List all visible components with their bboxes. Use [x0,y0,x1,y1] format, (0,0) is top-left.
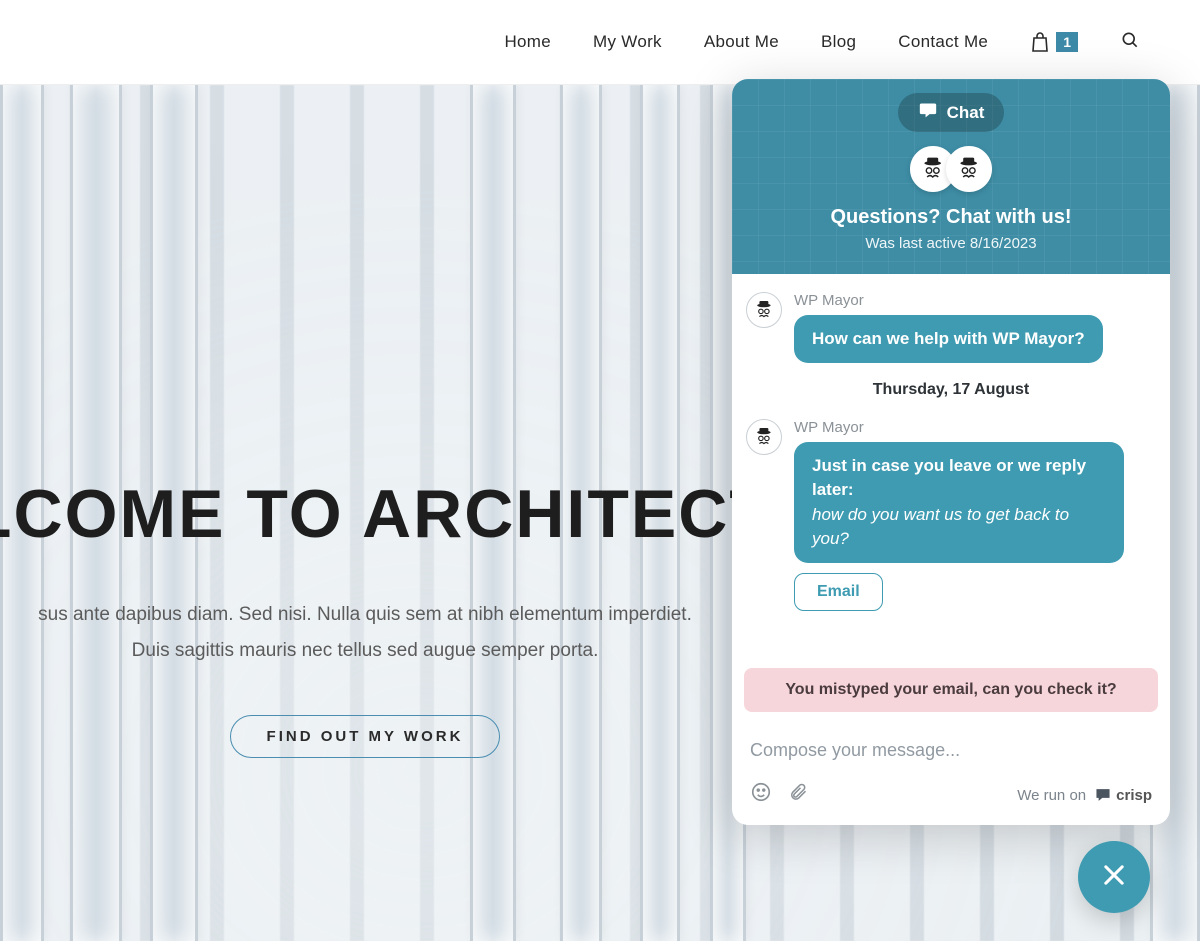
chat-header-title: Questions? Chat with us! [750,206,1152,229]
chat-body: WP Mayor How can we help with WP Mayor? … [732,274,1170,668]
hero-title: LCOME TO ARCHITECT [0,475,760,553]
chat-header-avatars [750,146,1152,192]
agent-avatar-2 [946,146,992,192]
hero-subtitle: sus ante dapibus diam. Sed nisi. Nulla q… [0,597,760,669]
chat-date-separator: Thursday, 17 August [746,381,1156,399]
message-sender: WP Mayor [794,292,1156,309]
chat-footer: We run on crisp [732,773,1170,825]
crisp-brand-text: crisp [1116,787,1152,804]
nav-my-work[interactable]: My Work [593,32,662,52]
hero-subtitle-line2: Duis sagittis mauris nec tellus sed augu… [132,640,599,661]
chat-close-fab[interactable] [1078,841,1150,913]
chat-header-subtitle: Was last active 8/16/2023 [750,235,1152,252]
nav-home[interactable]: Home [504,32,551,52]
search-icon [1120,30,1140,55]
message-sender: WP Mayor [794,419,1156,436]
nav-about-me[interactable]: About Me [704,32,779,52]
chat-tab-pill[interactable]: Chat [898,93,1005,132]
message-2-line2: how do you want us to get back to you? [812,503,1106,551]
chat-input-container [732,722,1170,773]
message-bubble-2: Just in case you leave or we reply later… [794,442,1124,563]
chat-pill-label: Chat [947,103,985,123]
email-option-button[interactable]: Email [794,573,883,611]
chat-header: Chat Questions? Chat with us! Was last a… [732,79,1170,274]
attachment-button[interactable] [788,781,808,809]
message-avatar [746,292,782,328]
chat-message-1: WP Mayor How can we help with WP Mayor? [746,292,1156,363]
message-avatar [746,419,782,455]
chat-error-banner: You mistyped your email, can you check i… [744,668,1158,712]
cart-button[interactable]: 1 [1030,31,1078,53]
emoji-button[interactable] [750,781,772,809]
nav-contact-me[interactable]: Contact Me [898,32,988,52]
chat-message-2: WP Mayor Just in case you leave or we re… [746,419,1156,611]
shopping-bag-icon [1030,31,1050,53]
message-bubble-1: How can we help with WP Mayor? [794,315,1103,363]
search-button[interactable] [1120,30,1140,55]
hero-subtitle-line1: sus ante dapibus diam. Sed nisi. Nulla q… [38,604,692,625]
chat-widget: Chat Questions? Chat with us! Was last a… [732,79,1170,825]
chat-bubble-icon [918,101,938,124]
find-out-my-work-button[interactable]: FIND OUT MY WORK [230,715,501,758]
powered-by-text: We run on [1017,787,1086,804]
chat-compose-input[interactable] [750,730,1152,771]
cart-count-badge: 1 [1056,32,1078,52]
chat-powered-by[interactable]: We run on crisp [1017,787,1152,804]
nav-blog[interactable]: Blog [821,32,856,52]
close-icon [1100,861,1128,894]
hero-content: LCOME TO ARCHITECT sus ante dapibus diam… [0,85,760,758]
top-nav: Home My Work About Me Blog Contact Me 1 [0,0,1200,85]
message-2-line1: Just in case you leave or we reply later… [812,456,1086,499]
crisp-logo-icon [1094,787,1112,803]
